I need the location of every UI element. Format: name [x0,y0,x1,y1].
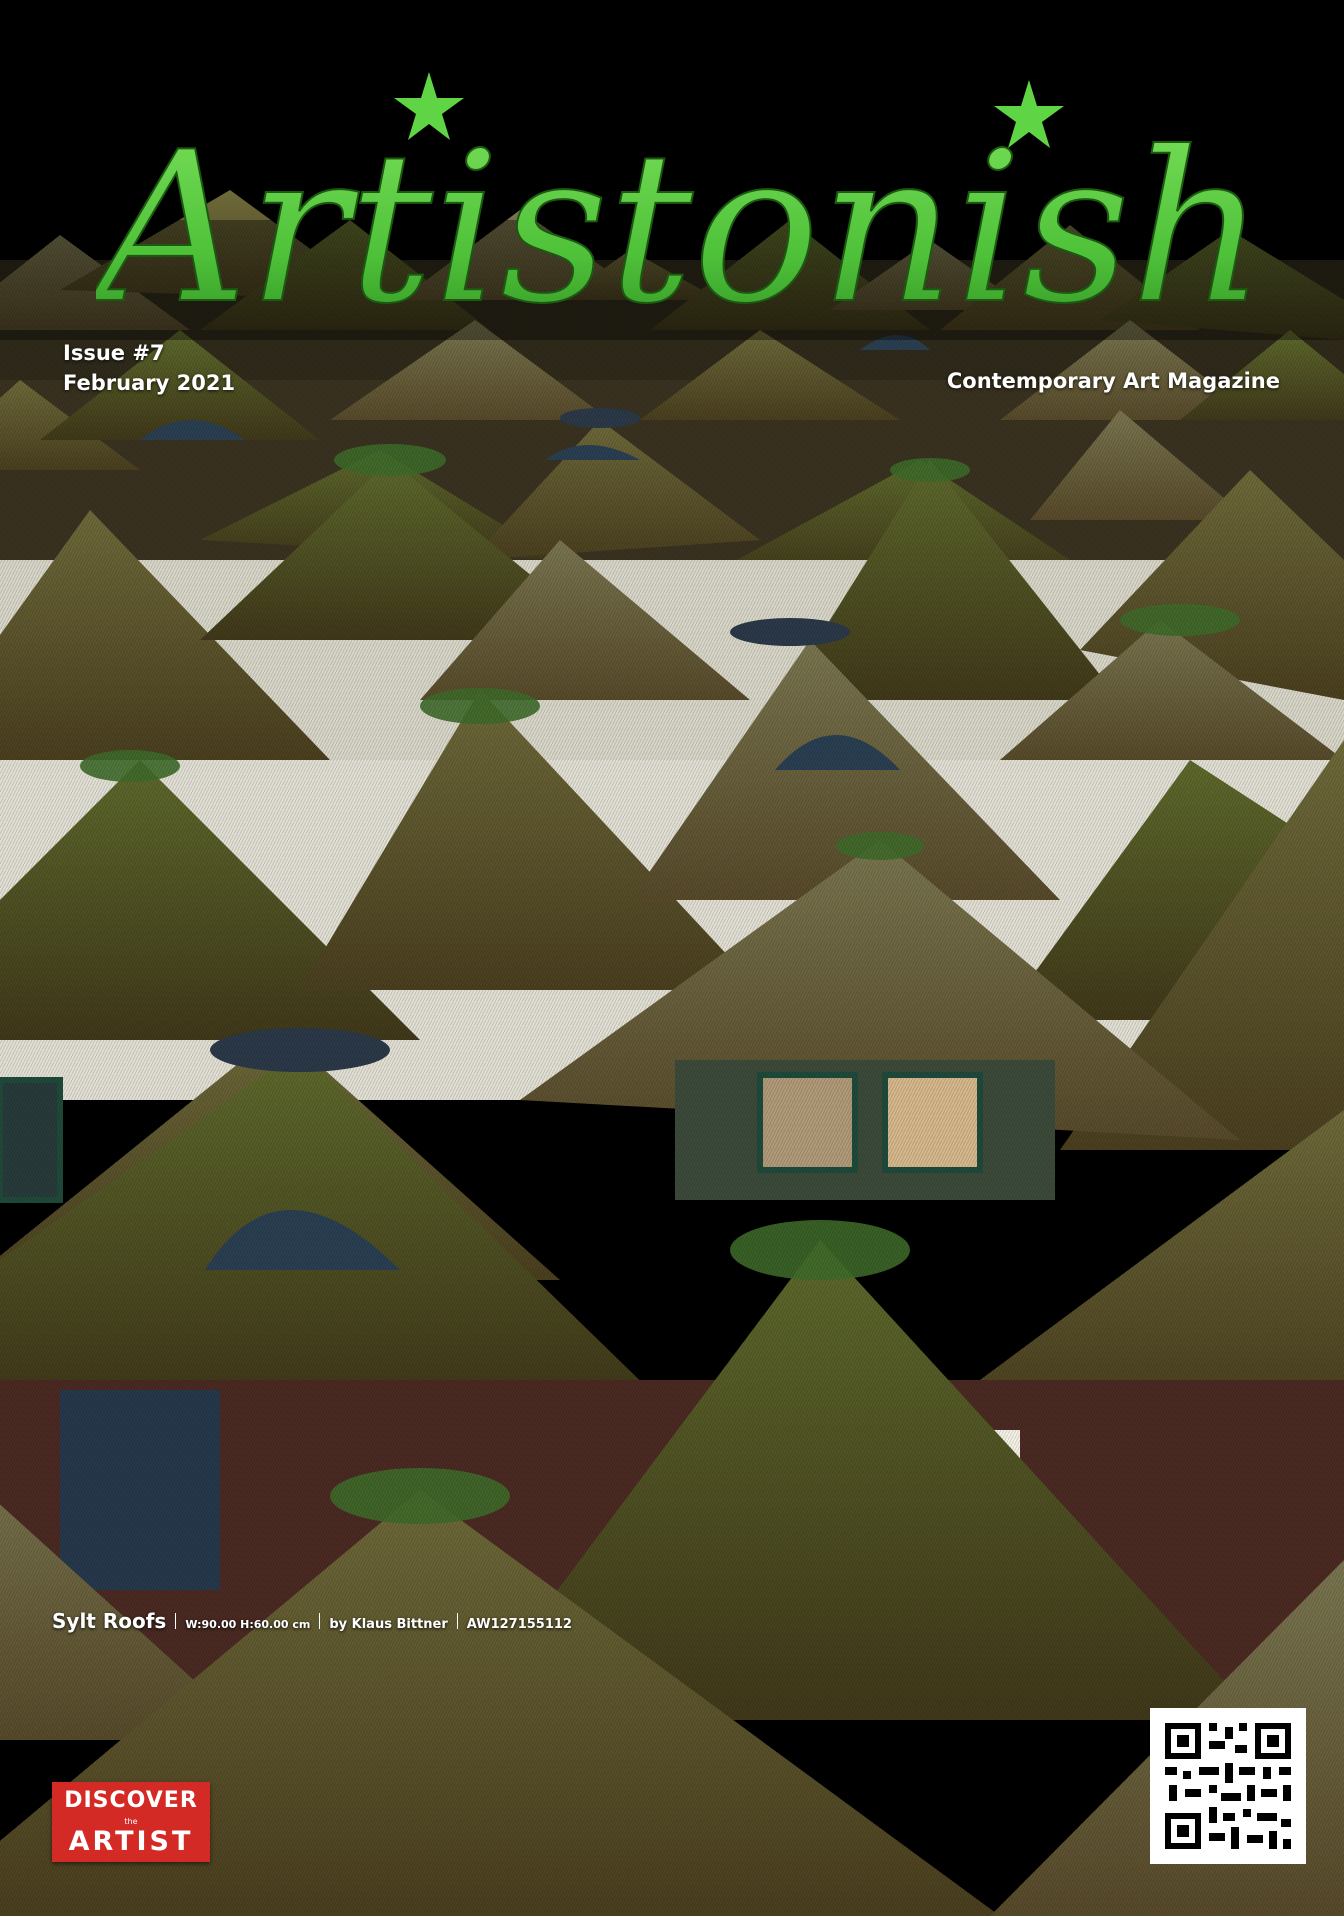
logo-line-artist: ARTIST [68,1826,194,1857]
artwork-code: AW127155112 [466,1617,572,1632]
artwork-title: Sylt Roofs [52,1609,167,1633]
artwork-artist: by Klaus Bittner [329,1617,448,1632]
magazine-title: Artistonish [96,108,1266,320]
qr-code[interactable] [1150,1708,1306,1864]
issue-info: Issue #7 February 2021 [63,338,235,398]
discover-the-artist-logo[interactable]: DISCOVER the ARTIST [52,1782,210,1862]
magazine-tagline: Contemporary Art Magazine [946,369,1280,393]
caption-divider [456,1613,458,1629]
issue-date: February 2021 [63,371,236,395]
qr-code-icon [1165,1723,1291,1849]
caption-divider [319,1613,321,1629]
magazine-cover: Artistonish Issue #7 February 2021 Conte… [0,0,1344,1916]
magazine-logo: Artistonish [96,72,1267,320]
logo-line-the: the [124,1817,138,1826]
logo-line-discover: DISCOVER [64,1788,198,1813]
caption-divider [175,1613,177,1629]
artwork-caption: Sylt Roofs W:90.00 H:60.00 cm by Klaus B… [52,1609,572,1633]
artwork-dimensions: W:90.00 H:60.00 cm [185,1618,311,1631]
issue-number: Issue #7 [63,341,165,365]
